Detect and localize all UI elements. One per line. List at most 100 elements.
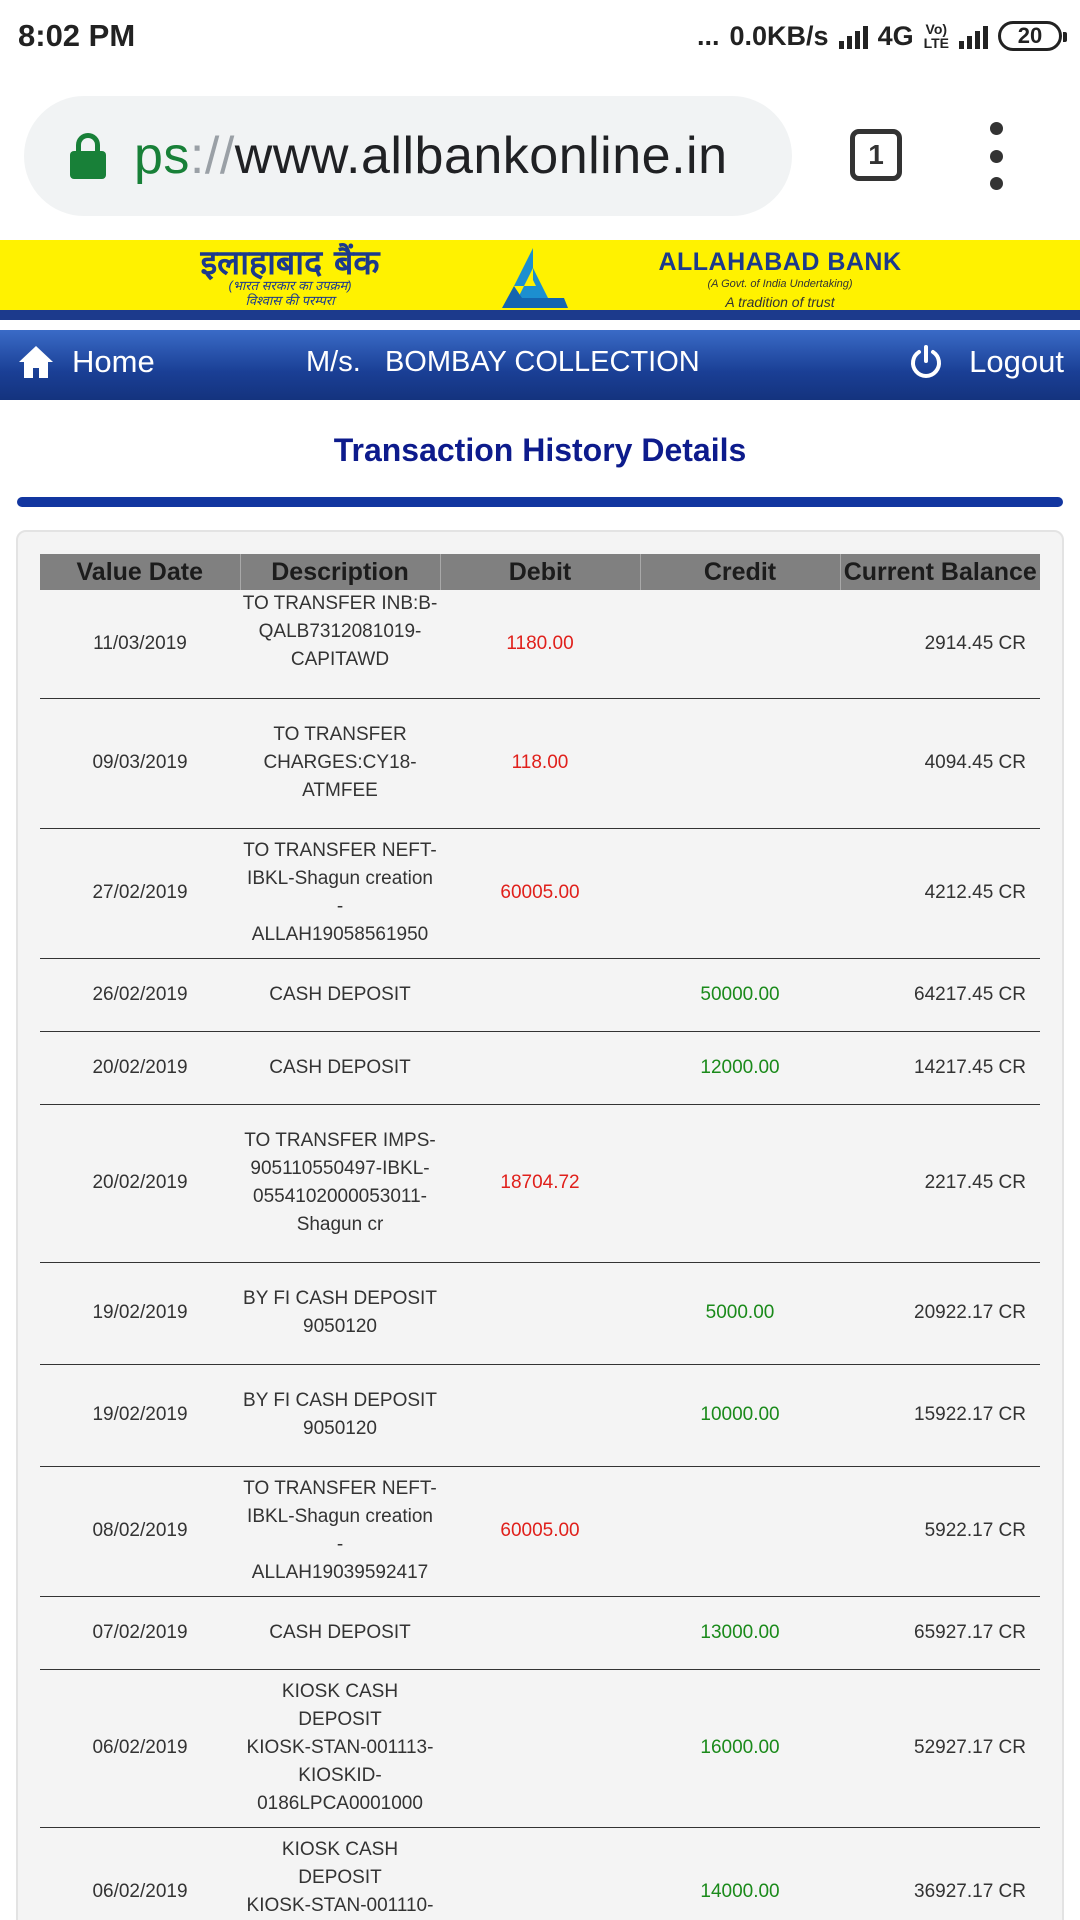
home-label: Home xyxy=(72,344,155,379)
bank-name: ALLAHABAD BANK xyxy=(658,248,902,276)
value-date-cell: 07/02/2019 xyxy=(40,1596,240,1670)
credit-cell xyxy=(640,698,840,829)
description-line: CAPITAWD xyxy=(290,649,390,670)
hindi-sub2: विश्वास की परम्परा xyxy=(245,293,335,308)
nav-bar: Home M/s. BOMBAY COLLECTION Logout xyxy=(0,330,1080,400)
description-line: TO TRANSFER NEFT- xyxy=(243,840,437,861)
description-line: KIOSKID- xyxy=(298,1765,382,1786)
tab-switcher-button[interactable]: 1 xyxy=(850,129,902,181)
balance-cell: 14217.45 CR xyxy=(840,1031,1040,1105)
balance-cell: 65927.17 CR xyxy=(840,1596,1040,1670)
credit-cell: 16000.00 xyxy=(640,1669,840,1828)
status-time: 8:02 PM xyxy=(18,18,136,53)
description-cell: TO TRANSFER CHARGES:CY18- ATMFEE xyxy=(240,698,440,829)
table-row: 27/02/2019 TO TRANSFER NEFT- IBKL-Shagun c… xyxy=(40,828,1040,959)
more-notifications-icon: ... xyxy=(696,20,720,51)
table-row: 11/03/2019 TO TRANSFER INB:B- QALB73120810… xyxy=(40,590,1040,699)
header-debit: Debit xyxy=(440,554,641,590)
description-cell: KIOSK CASH DEPOSITKIOSK-STAN-001110-KIOS… xyxy=(240,1827,440,1920)
debit-cell: 60005.00 xyxy=(440,1466,640,1597)
description-line: 9050120 xyxy=(303,1418,377,1439)
debit-cell xyxy=(440,1827,640,1920)
balance-cell: 4094.45 CR xyxy=(840,698,1040,829)
status-indicators: ... 0.0KB/s 4G Vo) LTE 20 xyxy=(696,20,1067,52)
balance-cell: 52927.17 CR xyxy=(840,1669,1040,1828)
signal-icon-2 xyxy=(959,23,988,49)
transaction-table: Value Date Description Debit Credit Curr… xyxy=(40,554,1040,1920)
lock-icon xyxy=(68,133,108,179)
bank-banner: इलाहाबाद बैंक (भारत सरकार का उपक्रम) विश्… xyxy=(0,240,1080,320)
value-date-cell: 20/02/2019 xyxy=(40,1104,240,1263)
url-scheme: ps xyxy=(134,127,190,185)
bank-tagline: A tradition of trust xyxy=(725,294,835,310)
description-line: IBKL-Shagun creation - xyxy=(247,868,433,917)
table-row: 06/02/2019 KIOSK CASH DEPOSIT KIOSK-STAN-0… xyxy=(40,1827,1040,1920)
balance-cell: 36927.17 CR xyxy=(840,1827,1040,1920)
description-cell: TO TRANSFER IMPS- 905110550497-IBKL- 05541… xyxy=(240,1104,440,1263)
header-value-date: Value Date xyxy=(40,554,241,590)
address-bar[interactable]: ps://www.allbankonline.in xyxy=(24,96,792,216)
value-date-cell: 19/02/2019 xyxy=(40,1262,240,1365)
debit-cell xyxy=(440,1669,640,1828)
debit-cell xyxy=(440,1364,640,1467)
browser-toolbar: ps://www.allbankonline.in 1 xyxy=(0,72,1080,240)
description-line: 0554102000053011- xyxy=(253,1186,427,1207)
header-description: Description xyxy=(240,554,441,590)
description-line: ALLAH19039592417 xyxy=(251,1562,429,1583)
table-row: 07/02/2019 CASH DEPOSIT 13000.00 65927.17 C… xyxy=(40,1596,1040,1670)
power-icon xyxy=(911,345,942,378)
volte-bottom: LTE xyxy=(923,35,949,51)
balance-cell: 15922.17 CR xyxy=(840,1364,1040,1467)
description-cell: CASH DEPOSIT xyxy=(240,1031,440,1105)
url-separator: :// xyxy=(189,127,235,185)
credit-cell: 12000.00 xyxy=(640,1031,840,1105)
description-cell: TO TRANSFER NEFT- IBKL-Shagun creation - A… xyxy=(240,828,440,959)
hindi-bank-name: इलाहाबाद बैंक xyxy=(200,243,380,283)
credit-cell: 10000.00 xyxy=(640,1364,840,1467)
credit-cell: 14000.00 xyxy=(640,1827,840,1920)
value-date-cell: 27/02/2019 xyxy=(40,828,240,959)
description-cell: BY FI CASH DEPOSIT 9050120 xyxy=(240,1364,440,1467)
home-link[interactable]: Home xyxy=(18,344,155,380)
battery-icon: 20 xyxy=(998,21,1067,51)
description-line: CASH DEPOSIT xyxy=(269,983,411,1005)
description-line: CASH DEPOSIT xyxy=(269,1621,411,1643)
network-type: 4G xyxy=(877,20,914,51)
debit-cell: 1180.00 xyxy=(440,590,640,699)
description-cell: CASH DEPOSIT xyxy=(240,958,440,1032)
description-line: IBKL-Shagun creation - xyxy=(247,1506,433,1555)
debit-cell xyxy=(440,1031,640,1105)
debit-cell: 60005.00 xyxy=(440,828,640,959)
value-date-cell: 19/02/2019 xyxy=(40,1364,240,1467)
status-bar: 8:02 PM ... 0.0KB/s 4G Vo) LTE 20 xyxy=(0,0,1080,72)
header-current-balance: Current Balance xyxy=(840,554,1040,590)
logout-label: Logout xyxy=(969,344,1064,379)
table-row: 19/02/2019 BY FI CASH DEPOSIT 9050120 10000… xyxy=(40,1364,1040,1467)
network-speed: 0.0KB/s xyxy=(729,20,829,51)
description-line: 9050120 xyxy=(303,1316,377,1337)
hindi-tagline: (भारत सरकार का उपक्रम) विश्वास की परम्परा xyxy=(160,278,420,308)
balance-cell: 20922.17 CR xyxy=(840,1262,1040,1365)
logout-link[interactable]: Logout xyxy=(909,344,1064,380)
debit-cell: 18704.72 xyxy=(440,1104,640,1263)
bank-subtitle: (A Govt. of India Undertaking) xyxy=(707,278,853,290)
credit-cell: 5000.00 xyxy=(640,1262,840,1365)
more-menu-icon[interactable] xyxy=(985,122,1007,190)
url-host: www.allbankonline.in xyxy=(234,127,728,185)
home-icon xyxy=(19,346,53,378)
hindi-sub1: (भारत सरकार का उपक्रम) xyxy=(228,278,352,293)
description-line: CHARGES:CY18- xyxy=(263,752,417,773)
description-line: BY FI CASH DEPOSIT xyxy=(243,1390,437,1411)
bank-logo-icon xyxy=(502,248,568,308)
description-line: KIOSK-STAN-001110- xyxy=(246,1895,434,1916)
description-line: TO TRANSFER IMPS- xyxy=(244,1130,436,1151)
signal-icon xyxy=(838,23,868,49)
table-row: 06/02/2019 KIOSK CASH DEPOSIT KIOSK-STAN-0… xyxy=(40,1669,1040,1828)
description-line: KIOSK CASH DEPOSIT xyxy=(281,1839,399,1888)
url-text[interactable]: ps://www.allbankonline.in xyxy=(134,126,728,186)
debit-cell xyxy=(440,1596,640,1670)
credit-cell xyxy=(640,590,840,699)
description-line: ATMFEE xyxy=(302,780,378,801)
title-divider xyxy=(17,497,1063,507)
debit-cell: 118.00 xyxy=(440,698,640,829)
